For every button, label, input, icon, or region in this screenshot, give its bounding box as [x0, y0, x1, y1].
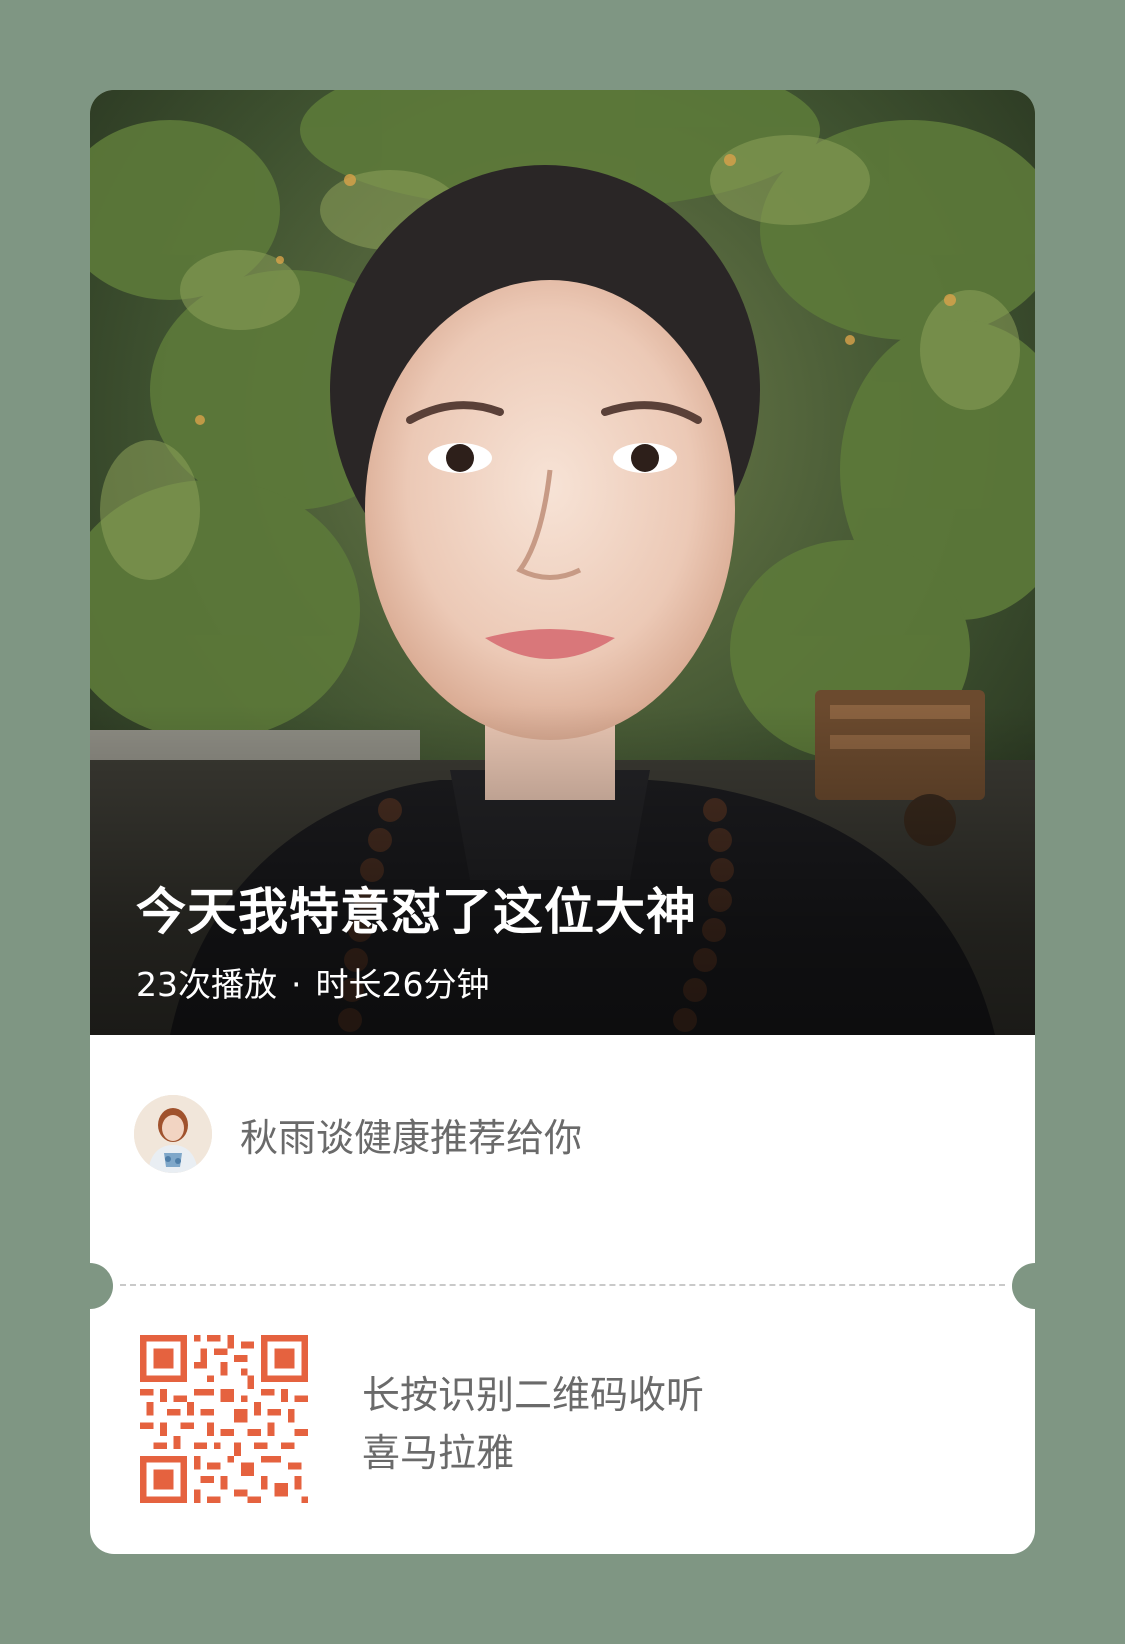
- recommender-row: 秋雨谈健康推荐给你: [134, 1094, 582, 1174]
- share-card: 今天我特意怼了这位大神 23次播放 · 时长26分钟 秋雨谈健康推荐给你 长按识…: [90, 90, 1035, 1554]
- recommender-label: 秋雨谈健康推荐给你: [240, 1115, 583, 1160]
- ticket-notch-left: [90, 1263, 113, 1309]
- app-name: 喜马拉雅: [362, 1431, 515, 1475]
- episode-title: 今天我特意怼了这位大神: [136, 883, 697, 941]
- play-count: 23次播放: [136, 965, 277, 1004]
- meta-separator: ·: [291, 965, 302, 1004]
- user-avatar-icon: [134, 1095, 212, 1173]
- episode-meta: 23次播放 · 时长26分钟: [136, 958, 490, 1006]
- cover-photo[interactable]: 今天我特意怼了这位大神 23次播放 · 时长26分钟: [90, 90, 1035, 1035]
- duration: 时长26分钟: [315, 965, 490, 1004]
- qr-instruction-line: 长按识别二维码收听: [362, 1373, 705, 1417]
- dashed-divider: [120, 1284, 1005, 1286]
- qr-code-icon[interactable]: [140, 1335, 308, 1503]
- qr-instructions: 长按识别二维码收听 喜马拉雅: [362, 1366, 704, 1482]
- ticket-notch-right: [1012, 1263, 1035, 1309]
